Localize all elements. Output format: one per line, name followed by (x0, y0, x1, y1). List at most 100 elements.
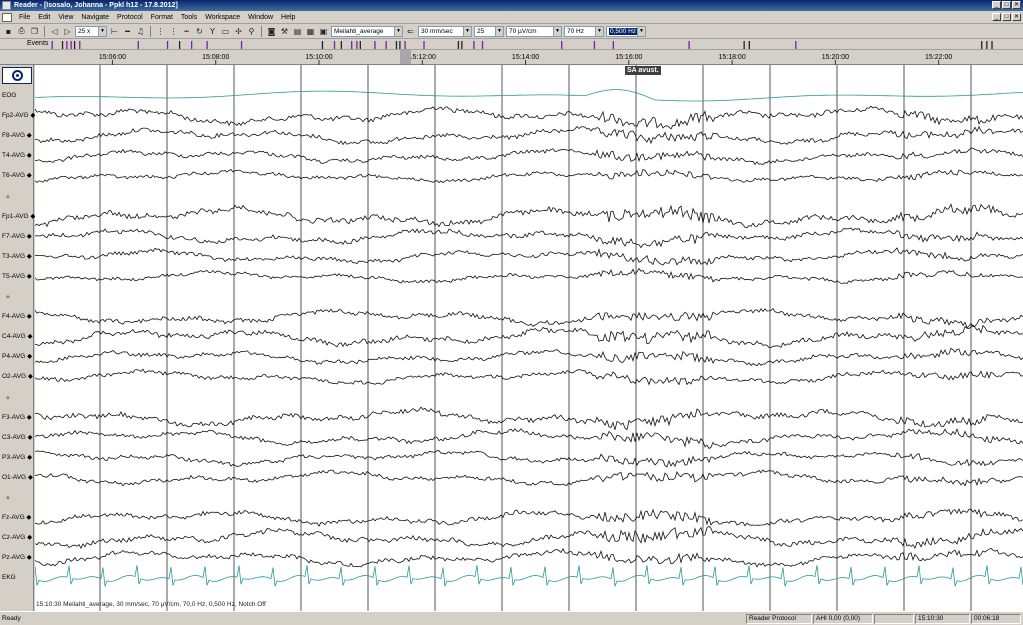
slider-track-icon[interactable]: ━ (122, 26, 133, 37)
channel-separator: ◆ (6, 394, 10, 401)
marker-icon[interactable]: ⋮ (168, 26, 179, 37)
minimize-button[interactable]: _ (992, 1, 1001, 9)
app-icon (2, 1, 11, 10)
channel-label[interactable]: T4-AVG ◆ (2, 152, 32, 160)
channel-label[interactable]: P3-AVG ◆ (2, 454, 32, 462)
dots-icon[interactable]: ┅ (181, 26, 192, 37)
camera-icon[interactable]: ◙ (266, 26, 277, 37)
zoom-icon[interactable]: ⚲ (246, 26, 257, 37)
channel-label[interactable]: F4-AVG ◆ (2, 313, 32, 321)
channel-label[interactable]: T6-AVG ◆ (2, 172, 32, 180)
menu-edit[interactable]: Edit (34, 14, 54, 21)
menu-window[interactable]: Window (244, 14, 277, 21)
toolbar-separator (150, 25, 151, 37)
document-icon[interactable] (2, 12, 12, 22)
menu-workspace[interactable]: Workspace (201, 14, 244, 21)
channel-trace (35, 105, 1023, 130)
channel-label[interactable]: T5-AVG ◆ (2, 273, 32, 281)
channel-label[interactable]: F3-AVG ◆ (2, 414, 32, 422)
chevron-down-icon: ▼ (595, 26, 603, 36)
calc-icon[interactable]: ▦ (305, 26, 316, 37)
channel-label[interactable]: O1-AVG ◆ (2, 474, 33, 482)
prev-icon[interactable]: ◁ (49, 26, 60, 37)
view-position-marker[interactable] (400, 50, 411, 64)
events-bar[interactable]: Events (0, 39, 1023, 50)
filter-icon[interactable]: Y (207, 26, 218, 37)
channel-label[interactable]: Pz-AVG ◆ (2, 554, 32, 562)
events-track[interactable] (0, 39, 1023, 50)
channel-trace (35, 227, 1023, 249)
channel-label[interactable]: Fp2-AVG ◆ (2, 112, 35, 120)
channel-label[interactable]: EKG (2, 574, 16, 582)
channel-trace (35, 89, 1023, 102)
chevron-down-icon: ▼ (553, 26, 561, 36)
zoom-select[interactable]: 25 x ▼ (75, 25, 107, 37)
status-ahi: AHI 0,00 (0,00) (813, 614, 873, 624)
slider-icon[interactable]: ⊢ (109, 26, 120, 37)
low-pass-select[interactable]: 70 Hz ▼ (564, 25, 604, 37)
time-ruler[interactable]: 15:06:00 15:08:00 15:10:00 15:12:00 15:14:00… (0, 50, 1023, 65)
menu-tools[interactable]: Tools (177, 14, 201, 21)
music-note-icon[interactable]: ♫ (135, 26, 146, 37)
menu-help[interactable]: Help (277, 14, 299, 21)
film-icon[interactable]: ▤ (292, 26, 303, 37)
channel-trace (35, 508, 1023, 527)
restore-button[interactable]: □ (1002, 1, 1011, 9)
channel-trace (35, 168, 1023, 184)
arrow-left-icon[interactable]: ⇐ (405, 26, 416, 37)
speed-select[interactable]: 30 mm/sec ▼ (418, 25, 472, 37)
doc-minimize-button[interactable]: _ (992, 13, 1001, 21)
save-icon[interactable]: ▪ (3, 26, 14, 37)
channel-label[interactable]: F8-AVG ◆ (2, 132, 32, 140)
doc-close-button[interactable]: ✕ (1012, 13, 1021, 21)
zoom-value: 25 x (78, 27, 91, 35)
high-pass-select[interactable]: 0,500 Hz ▼ (606, 25, 646, 37)
channel-label[interactable]: Cz-AVG ◆ (2, 534, 32, 542)
crosshair-icon[interactable]: ✢ (233, 26, 244, 37)
eeg-trace-area[interactable] (35, 65, 1023, 611)
channel-label[interactable]: EOG (2, 92, 16, 100)
channel-label[interactable]: T3-AVG ◆ (2, 253, 32, 261)
time-tick-label: 15:18:00 (718, 54, 745, 61)
sensitivity-select[interactable]: 70 µV/cm ▼ (506, 25, 562, 37)
chevron-down-icon: ▼ (463, 26, 471, 36)
montage-button[interactable] (2, 67, 32, 84)
menu-navigate[interactable]: Navigate (77, 14, 113, 21)
channel-trace (35, 247, 1023, 266)
doc-restore-button[interactable]: □ (1002, 13, 1011, 21)
channel-label[interactable]: O2-AVG ◆ (2, 373, 33, 381)
next-icon[interactable]: ▷ (62, 26, 73, 37)
channel-label[interactable]: Fz-AVG ◆ (2, 514, 31, 522)
montage-value: Meilahti_average (334, 27, 384, 35)
channel-label[interactable]: C3-AVG ◆ (2, 434, 33, 442)
menu-format[interactable]: Format (147, 14, 177, 21)
menu-view[interactable]: View (54, 14, 77, 21)
title-bar: Reader - [Isosalo, Johanna - Ppkl h12 - … (0, 0, 1023, 11)
channel-separator: ◆ (6, 193, 10, 200)
time-tick-label: 15:12:00 (409, 54, 436, 61)
print-icon[interactable]: ⎙ (16, 26, 27, 37)
undo-icon[interactable]: ↻ (194, 26, 205, 37)
channel-label[interactable]: P4-AVG ◆ (2, 353, 32, 361)
status-time: 15:10:30 (915, 614, 970, 624)
marker-icon[interactable]: ⋮ (155, 26, 166, 37)
status-bar: Ready Reader Protocol AHI 0,00 (0,00) 15… (0, 611, 1023, 625)
menu-protocol[interactable]: Protocol (113, 14, 147, 21)
channel-label[interactable]: Fp1-AVG ◆ (2, 213, 35, 221)
clapper-icon[interactable]: ▣ (318, 26, 329, 37)
select-rect-icon[interactable]: ▭ (220, 26, 231, 37)
channel-label[interactable]: C4-AVG ◆ (2, 333, 33, 341)
close-button[interactable]: ✕ (1012, 1, 1021, 9)
low-pass-value: 70 Hz (567, 27, 584, 35)
tools-icon[interactable]: ⚒ (279, 26, 290, 37)
channels-select[interactable]: 25 ▼ (474, 25, 504, 37)
channel-label[interactable]: F7-AVG ◆ (2, 233, 32, 241)
channel-trace (35, 565, 1023, 587)
channel-trace (35, 547, 1023, 568)
chevron-down-icon: ▼ (394, 26, 402, 36)
time-ruler-svg: 15:06:00 15:08:00 15:10:00 15:12:00 15:14:00… (99, 54, 952, 65)
event-annotation[interactable]: SA avust. (625, 66, 661, 75)
menu-file[interactable]: File (15, 14, 34, 21)
montage-select[interactable]: Meilahti_average ▼ (331, 25, 403, 37)
copy-icon[interactable]: ❐ (29, 26, 40, 37)
